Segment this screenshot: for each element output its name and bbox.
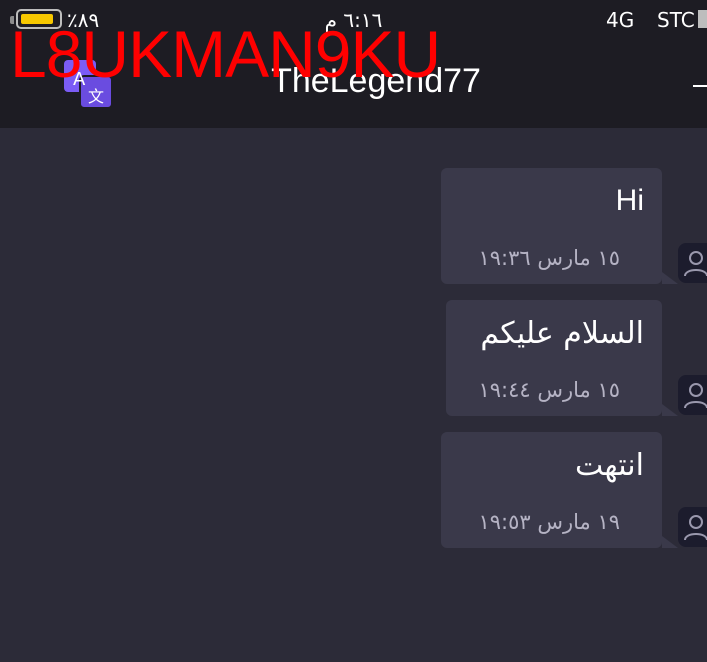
signal-icon <box>698 10 707 28</box>
user-icon <box>684 251 707 277</box>
user-icon <box>684 515 707 541</box>
message-time: ١٩ مارس ١٩:٥٣ <box>478 510 620 534</box>
user-icon <box>684 383 707 409</box>
message-bubble[interactable]: السلام عليكم ١٥ مارس ١٩:٤٤ <box>446 300 678 416</box>
message-bubble[interactable]: Hi ١٥ مارس ١٩:٣٦ <box>441 168 678 284</box>
carrier-name: STC <box>657 8 695 32</box>
avatar[interactable] <box>678 507 707 547</box>
message-time: ١٥ مارس ١٩:٣٦ <box>478 246 620 270</box>
status-right: 4G STC <box>587 8 707 32</box>
bubble-tail <box>662 404 678 416</box>
avatar[interactable] <box>678 243 707 283</box>
message-time: ١٥ مارس ١٩:٤٤ <box>478 378 620 402</box>
bubble-tail <box>662 536 678 548</box>
bubble-tail <box>662 272 678 284</box>
menu-icon[interactable] <box>693 85 707 87</box>
watermark: L8UKMAN9KU <box>10 17 441 91</box>
message-text: انتهت <box>574 448 644 483</box>
message-text: السلام عليكم <box>480 316 644 351</box>
message-bubble[interactable]: انتهت ١٩ مارس ١٩:٥٣ <box>441 432 678 548</box>
network-type: 4G <box>606 8 635 32</box>
avatar[interactable] <box>678 375 707 415</box>
message-text: Hi <box>615 184 644 217</box>
